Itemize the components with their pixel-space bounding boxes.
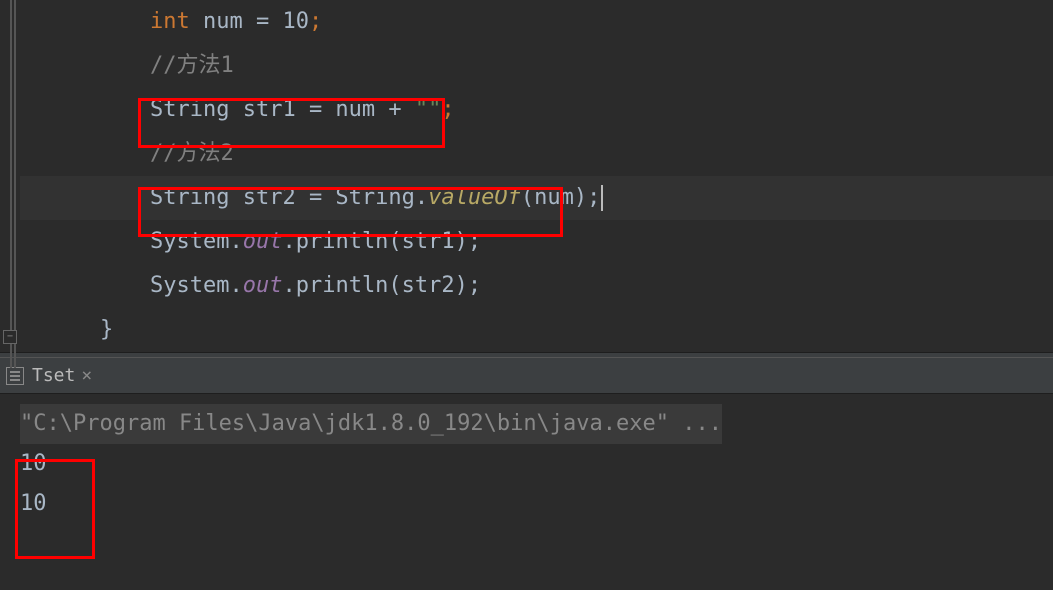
close-icon[interactable]: × xyxy=(81,365,92,386)
static-field: out xyxy=(243,273,283,298)
gutter-guide-2 xyxy=(14,0,16,368)
console-output[interactable]: "C:\Program Files\Java\jdk1.8.0_192\bin\… xyxy=(0,394,1053,534)
code-text: num = xyxy=(190,9,283,34)
code-text: String str2 = String. xyxy=(150,185,428,210)
output-line-2: 10 xyxy=(20,484,1033,524)
code-line-6[interactable]: System.out.println(str1); xyxy=(20,220,1053,264)
comment: //方法1 xyxy=(150,53,234,78)
collapse-icon[interactable]: − xyxy=(3,330,17,344)
code-text: String str1 = num + xyxy=(150,97,415,122)
code-text: .println(str2); xyxy=(282,273,481,298)
console-tab-label[interactable]: Tset xyxy=(32,365,75,386)
number-literal: 10 xyxy=(282,9,309,34)
gutter-guide xyxy=(10,0,12,368)
code-text: (num); xyxy=(521,185,600,210)
code-editor[interactable]: − int num = 10; //方法1 String str1 = num … xyxy=(0,0,1053,352)
output-line-1: 10 xyxy=(20,444,1033,484)
list-icon xyxy=(10,375,20,377)
static-field: out xyxy=(243,229,283,254)
code-text: System. xyxy=(150,273,243,298)
code-text: System. xyxy=(150,229,243,254)
code-line-5[interactable]: String str2 = String.valueOf(num); xyxy=(20,176,1053,220)
code-line-8[interactable]: } xyxy=(20,308,1053,352)
static-method: valueOf xyxy=(428,185,521,210)
code-line-7[interactable]: System.out.println(str2); xyxy=(20,264,1053,308)
code-text: .println(str1); xyxy=(282,229,481,254)
code-line-2[interactable]: //方法1 xyxy=(20,44,1053,88)
semicolon: ; xyxy=(309,9,322,34)
code-line-1[interactable]: int num = 10; xyxy=(20,0,1053,44)
cursor xyxy=(601,185,603,211)
console-command-line: "C:\Program Files\Java\jdk1.8.0_192\bin\… xyxy=(20,404,1033,444)
semicolon: ; xyxy=(441,97,454,122)
string-literal: "" xyxy=(415,97,442,122)
code-line-4[interactable]: //方法2 xyxy=(20,132,1053,176)
closing-brace: } xyxy=(100,317,113,342)
command-text: "C:\Program Files\Java\jdk1.8.0_192\bin\… xyxy=(20,404,722,444)
keyword-int: int xyxy=(150,9,190,34)
run-config-icon[interactable] xyxy=(6,367,24,385)
code-line-3[interactable]: String str1 = num + ""; xyxy=(20,88,1053,132)
comment: //方法2 xyxy=(150,141,234,166)
console-tab-bar: Tset × xyxy=(0,358,1053,394)
